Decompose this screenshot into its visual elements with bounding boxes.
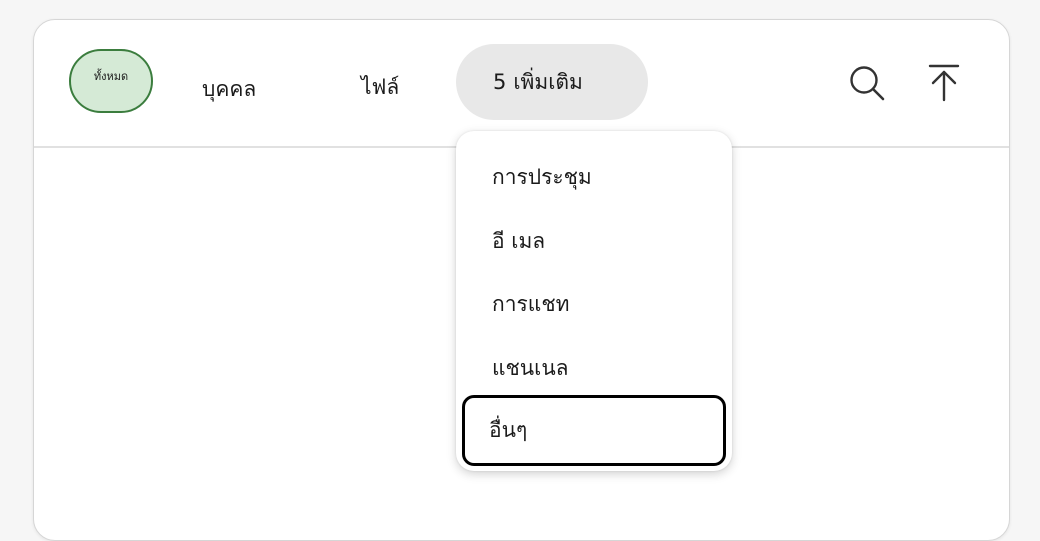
tab-files[interactable]: ไฟล์	[361, 71, 399, 104]
tab-people[interactable]: บุคคล	[202, 73, 256, 106]
filter-tab-bar: ทั้งหมด บุคคล ไฟล์ 5 เพิ่มเติม	[34, 20, 1009, 148]
menu-item-channels[interactable]: แชนเนล	[462, 336, 726, 400]
tab-more-label: เพิ่มเติม	[513, 69, 583, 94]
menu-item-label: การแชท	[492, 291, 570, 316]
menu-item-label: แชนเนล	[492, 355, 569, 380]
upload-icon[interactable]	[928, 64, 960, 102]
menu-item-label: อื่นๆ	[489, 418, 528, 442]
tab-all-label: ทั้งหมด	[93, 70, 129, 83]
menu-item-email[interactable]: อี เมล	[462, 209, 726, 273]
tab-people-label: บุคคล	[202, 77, 257, 101]
menu-item-chats[interactable]: การแชท	[462, 272, 726, 336]
menu-item-label: อี เมล	[492, 228, 546, 253]
search-icon[interactable]	[848, 64, 886, 102]
tab-more[interactable]: 5 เพิ่มเติม	[456, 44, 648, 120]
menu-item-other[interactable]: อื่นๆ	[462, 395, 726, 466]
tab-all[interactable]: ทั้งหมด	[69, 49, 153, 113]
tab-more-count: 5	[493, 70, 507, 94]
menu-item-label: การประชุม	[492, 164, 592, 189]
more-dropdown-menu: การประชุม อี เมล การแชท แชนเนล อื่นๆ	[456, 131, 732, 471]
menu-item-meetings[interactable]: การประชุม	[462, 145, 726, 209]
tab-files-label: ไฟล์	[361, 75, 400, 99]
